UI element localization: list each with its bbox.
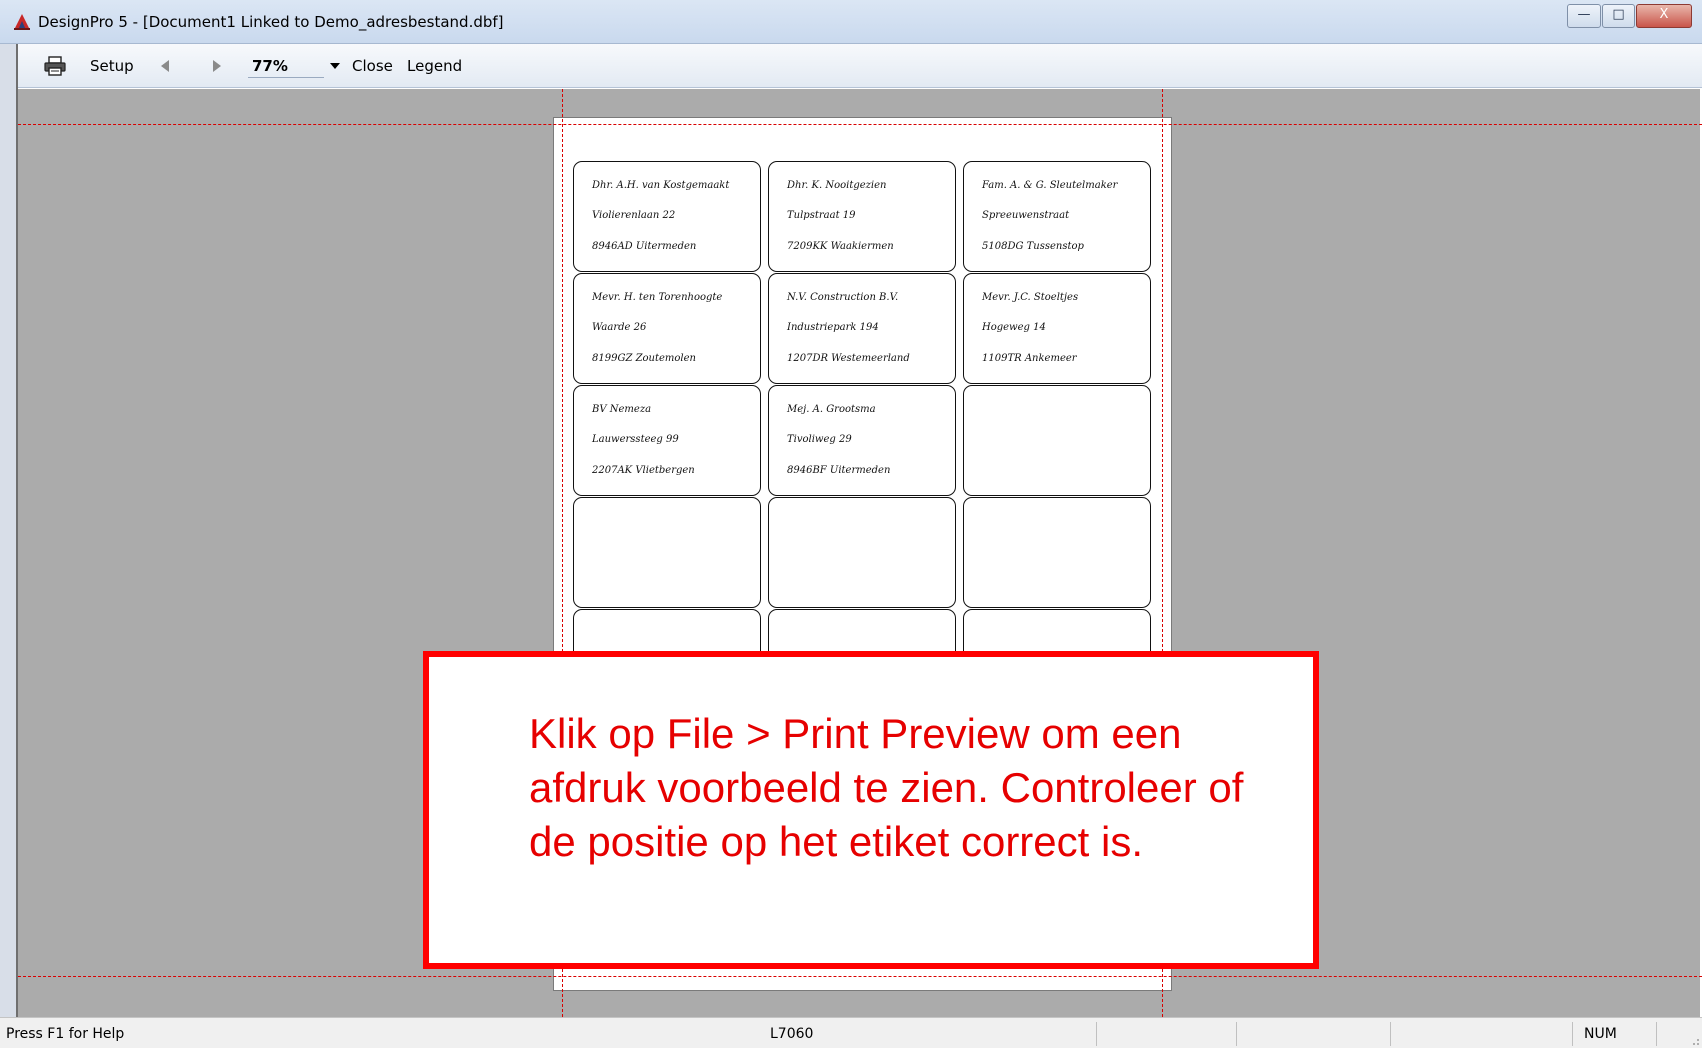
chevron-down-icon[interactable] xyxy=(330,63,340,69)
legend-button[interactable]: Legend xyxy=(407,54,462,78)
margin-guide-top xyxy=(18,124,1702,125)
arrow-right-icon[interactable] xyxy=(211,59,223,73)
print-preview-toolbar: Setup 77% Close Legend xyxy=(0,44,1702,88)
label-line: Dhr. A.H. van Kostgemaakt xyxy=(592,180,730,191)
arrow-left-icon[interactable] xyxy=(159,59,171,73)
instruction-callout: Klik op File > Print Preview om een afdr… xyxy=(423,651,1319,969)
minimize-icon: — xyxy=(1577,7,1591,22)
resize-grip-icon[interactable] xyxy=(1686,1032,1700,1046)
zoom-dropdown[interactable]: 77% xyxy=(248,54,348,78)
callout-text: Klik op File > Print Preview om een afdr… xyxy=(529,710,1244,865)
label-line: Waarde 26 xyxy=(592,322,647,333)
label-cell: Mevr. H. ten Torenhoogte Waarde 26 8199G… xyxy=(573,273,761,384)
label-line: 1207DR Westemeerland xyxy=(787,353,910,364)
label-cell: Mevr. J.C. Stoeltjes Hogeweg 14 1109TR A… xyxy=(963,273,1151,384)
label-line: 1109TR Ankemeer xyxy=(982,353,1077,364)
label-line: N.V. Construction B.V. xyxy=(787,292,899,303)
label-line: Violierenlaan 22 xyxy=(592,210,676,221)
maximize-button[interactable]: □ xyxy=(1602,4,1635,28)
status-bar: Press F1 for Help L7060 NUM xyxy=(0,1017,1702,1048)
label-line: Mevr. H. ten Torenhoogte xyxy=(592,292,723,303)
label-line: Tivoliweg 29 xyxy=(787,434,852,445)
window-title: DesignPro 5 - [Document1 Linked to Demo_… xyxy=(38,13,504,31)
zoom-value: 77% xyxy=(252,57,288,75)
label-cell: Fam. A. & G. Sleutelmaker Spreeuwenstraa… xyxy=(963,161,1151,272)
status-num-lock: NUM xyxy=(1584,1026,1617,1042)
status-help-text: Press F1 for Help xyxy=(6,1026,125,1042)
label-cell: BV Nemeza Lauwerssteeg 99 2207AK Vlietbe… xyxy=(573,385,761,496)
label-cell: Mej. A. Grootsma Tivoliweg 29 8946BF Uit… xyxy=(768,385,956,496)
label-cell: N.V. Construction B.V. Industriepark 194… xyxy=(768,273,956,384)
label-line: Hogeweg 14 xyxy=(982,322,1046,333)
label-line: 5108DG Tussenstop xyxy=(982,241,1084,252)
label-line: 8946AD Uitermeden xyxy=(592,241,697,252)
label-line: Dhr. K. Nooitgezien xyxy=(787,180,887,191)
label-line: 7209KK Waakiermen xyxy=(787,241,894,252)
label-line: 2207AK Vlietbergen xyxy=(592,465,695,476)
close-preview-button[interactable]: Close xyxy=(352,54,393,78)
maximize-icon: □ xyxy=(1612,7,1625,22)
label-cell: Dhr. K. Nooitgezien Tulpstraat 19 7209KK… xyxy=(768,161,956,272)
setup-button[interactable]: Setup xyxy=(90,54,134,78)
label-line: Fam. A. & G. Sleutelmaker xyxy=(982,180,1118,191)
label-cell xyxy=(573,497,761,608)
label-cell xyxy=(963,497,1151,608)
title-bar: DesignPro 5 - [Document1 Linked to Demo_… xyxy=(0,0,1702,44)
label-line: Industriepark 194 xyxy=(787,322,879,333)
margin-guide-bottom xyxy=(18,976,1702,977)
label-line: BV Nemeza xyxy=(592,404,652,415)
label-line: 8946BF Uitermeden xyxy=(787,465,891,476)
label-cell xyxy=(963,385,1151,496)
label-line: 8199GZ Zoutemolen xyxy=(592,353,696,364)
label-line: Tulpstraat 19 xyxy=(787,210,856,221)
minimize-button[interactable]: — xyxy=(1567,4,1601,28)
label-line: Lauwerssteeg 99 xyxy=(592,434,679,445)
printer-icon[interactable] xyxy=(44,56,66,76)
mdi-left-border xyxy=(0,44,18,1017)
close-icon: X xyxy=(1659,7,1669,22)
label-line: Mevr. J.C. Stoeltjes xyxy=(982,292,1079,303)
label-cell xyxy=(768,497,956,608)
label-cell: Dhr. A.H. van Kostgemaakt Violierenlaan … xyxy=(573,161,761,272)
label-line: Spreeuwenstraat xyxy=(982,210,1070,221)
close-window-button[interactable]: X xyxy=(1636,4,1692,28)
label-line: Mej. A. Grootsma xyxy=(787,404,876,415)
designpro-app-icon[interactable] xyxy=(12,12,32,32)
status-label-template: L7060 xyxy=(770,1026,814,1042)
